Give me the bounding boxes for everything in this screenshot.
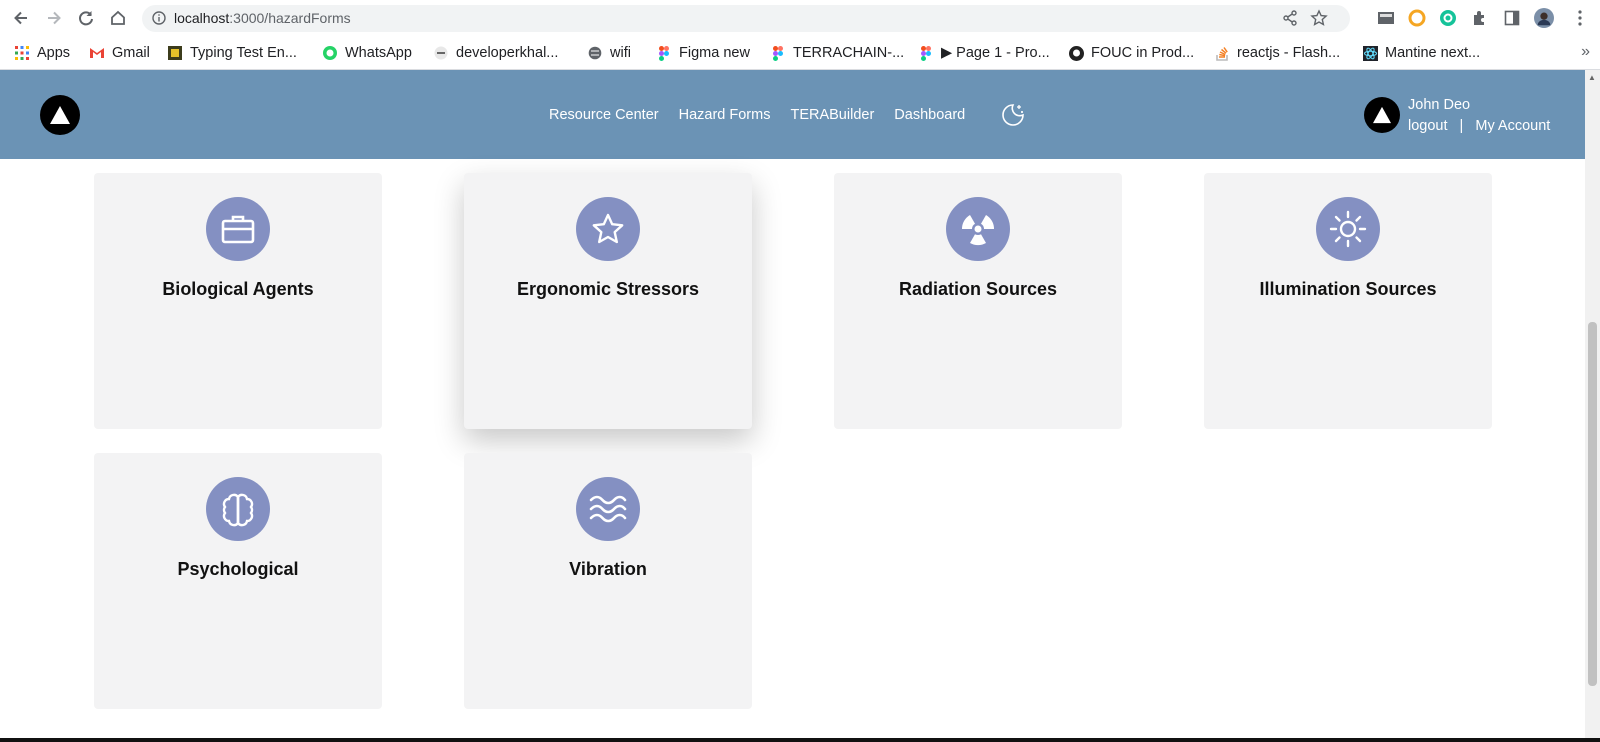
card-vibration[interactable]: Vibration — [464, 453, 752, 709]
page-content: Resource Center Hazard Forms TERABuilder… — [0, 70, 1585, 738]
card-biological-agents[interactable]: Biological Agents — [94, 173, 382, 429]
extension-screen-icon[interactable] — [1376, 8, 1396, 28]
card-title: Illumination Sources — [1259, 279, 1437, 299]
address-bar[interactable]: localhost:3000/hazardForms — [142, 5, 1350, 32]
bookmark-whatsapp[interactable]: WhatsApp — [322, 42, 412, 64]
main-nav: Resource Center Hazard Forms TERABuilder… — [549, 107, 985, 123]
bookmark-mantine[interactable]: Mantine next... — [1362, 42, 1480, 64]
sun-icon — [1316, 197, 1380, 261]
back-icon[interactable] — [8, 5, 34, 31]
site-info-icon[interactable] — [152, 11, 166, 25]
user-links-separator: | — [1459, 118, 1464, 134]
browser-menu-icon[interactable] — [1570, 8, 1590, 28]
briefcase-icon — [206, 197, 270, 261]
bookmark-label: Typing Test En... — [190, 45, 297, 61]
browser-window: localhost:3000/hazardForms Apps Gmail Ty… — [0, 0, 1600, 742]
bookmark-developer[interactable]: developerkhal... — [433, 42, 558, 64]
apps-grid-icon — [14, 45, 30, 61]
user-name: John Deo — [1408, 97, 1471, 113]
bookmark-gmail[interactable]: Gmail — [89, 42, 150, 64]
home-icon[interactable] — [105, 5, 131, 31]
github-icon — [1068, 45, 1084, 61]
app-logo[interactable] — [40, 95, 80, 135]
bookmark-label: ▶ Page 1 - Pro... — [941, 45, 1050, 61]
extension-g-icon[interactable] — [1407, 8, 1427, 28]
card-title: Psychological — [177, 559, 299, 579]
nav-resource-center[interactable]: Resource Center — [549, 107, 659, 123]
grammarly-icon[interactable] — [1438, 8, 1458, 28]
bookmark-label: Apps — [37, 45, 71, 61]
scroll-up-arrow-icon[interactable]: ▲ — [1588, 73, 1596, 82]
bookmark-label: FOUC in Prod... — [1091, 45, 1195, 61]
bookmark-label: reactjs - Flash... — [1237, 45, 1341, 61]
bookmark-page1[interactable]: ▶ Page 1 - Pro... — [918, 42, 1050, 64]
bookmarks-overflow-button[interactable]: » — [1581, 43, 1590, 61]
nav-hazard-forms[interactable]: Hazard Forms — [679, 107, 771, 123]
bookmark-label: wifi — [610, 45, 631, 61]
bookmark-fouc[interactable]: FOUC in Prod... — [1068, 42, 1194, 64]
bookmark-label: TERRACHAIN-... — [793, 45, 905, 61]
bookmark-reactjs[interactable]: reactjs - Flash... — [1214, 42, 1340, 64]
dev-icon — [433, 45, 449, 61]
card-illumination-sources[interactable]: Illumination Sources — [1204, 173, 1492, 429]
card-title: Radiation Sources — [898, 279, 1058, 299]
url-text: localhost:3000/hazardForms — [174, 10, 351, 26]
bookmarks-bar: Apps Gmail Typing Test En... WhatsApp de… — [0, 36, 1600, 70]
app-header: Resource Center Hazard Forms TERABuilder… — [0, 70, 1585, 159]
card-title: Biological Agents — [162, 279, 314, 299]
nav-terabuilder[interactable]: TERABuilder — [790, 107, 874, 123]
bookmark-terrachain[interactable]: TERRACHAIN-... — [770, 42, 904, 64]
window-bottom-edge — [0, 738, 1600, 742]
waves-icon — [576, 477, 640, 541]
bookmark-star-icon[interactable] — [1310, 9, 1328, 32]
browser-toolbar: localhost:3000/hazardForms — [0, 0, 1600, 36]
typing-test-icon — [167, 45, 183, 61]
bookmark-label: WhatsApp — [345, 45, 412, 61]
user-avatar[interactable] — [1364, 97, 1400, 133]
my-account-link[interactable]: My Account — [1475, 118, 1550, 134]
brain-icon — [206, 477, 270, 541]
card-radiation-sources[interactable]: Radiation Sources — [834, 173, 1122, 429]
bookmark-label: Gmail — [112, 45, 150, 61]
bookmark-apps[interactable]: Apps — [14, 42, 70, 64]
radiation-icon — [946, 197, 1010, 261]
card-title: Vibration — [569, 559, 647, 579]
card-title: Ergonomic Stressors — [516, 279, 700, 299]
whatsapp-icon — [322, 45, 338, 61]
page-scrollbar[interactable]: ▲ — [1585, 70, 1600, 738]
share-icon[interactable] — [1282, 10, 1298, 31]
profile-avatar[interactable] — [1534, 8, 1554, 28]
logout-link[interactable]: logout — [1408, 118, 1448, 134]
star-icon — [576, 197, 640, 261]
card-ergonomic-stressors[interactable]: Ergonomic Stressors — [464, 173, 752, 429]
bookmark-typing-test[interactable]: Typing Test En... — [167, 42, 297, 64]
bookmark-label: Mantine next... — [1385, 45, 1481, 61]
figma-icon — [770, 45, 786, 61]
dark-mode-toggle-icon[interactable] — [1000, 102, 1026, 128]
nav-dashboard[interactable]: Dashboard — [894, 107, 965, 123]
react-icon — [1362, 45, 1378, 61]
figma-icon — [656, 45, 672, 61]
globe-icon — [587, 45, 603, 61]
forward-icon[interactable] — [41, 5, 67, 31]
user-links: logout | My Account — [1408, 118, 1558, 134]
figma-icon — [918, 45, 934, 61]
scrollbar-thumb[interactable] — [1588, 322, 1597, 686]
bookmark-label: Figma new — [679, 45, 750, 61]
bookmark-wifi[interactable]: wifi — [587, 42, 631, 64]
card-psychological[interactable]: Psychological — [94, 453, 382, 709]
reload-icon[interactable] — [73, 5, 99, 31]
side-panel-icon[interactable] — [1502, 8, 1522, 28]
extensions-puzzle-icon[interactable] — [1470, 8, 1490, 28]
bookmark-figma-new[interactable]: Figma new — [656, 42, 750, 64]
gmail-icon — [89, 45, 105, 61]
bookmark-label: developerkhal... — [456, 45, 559, 61]
stackoverflow-icon — [1214, 45, 1230, 61]
